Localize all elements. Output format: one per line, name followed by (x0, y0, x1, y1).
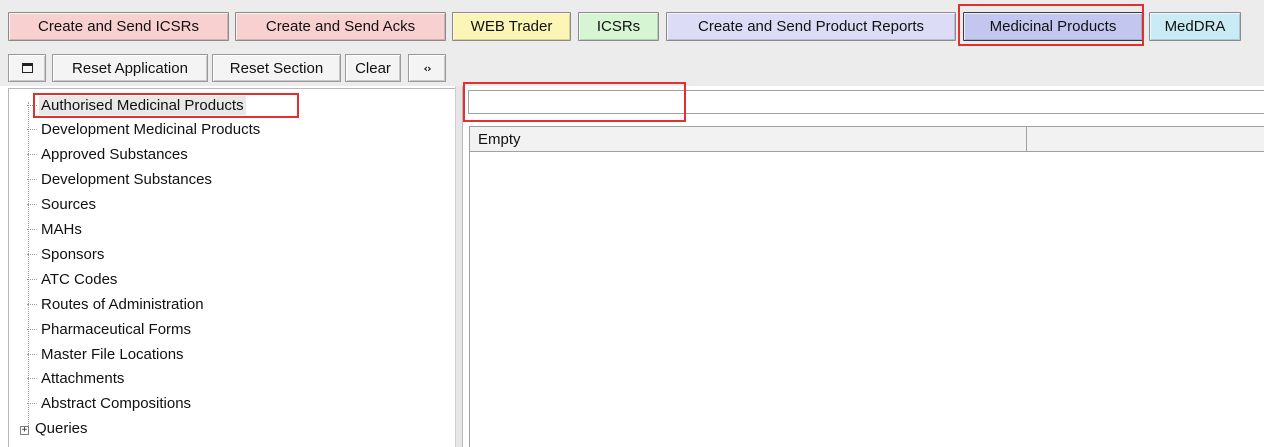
reset-section-button[interactable]: Reset Section (212, 54, 341, 82)
search-input[interactable] (468, 90, 1264, 114)
tree-connector (27, 303, 37, 305)
tab-create-send-acks[interactable]: Create and Send Acks (235, 12, 446, 41)
tab-create-send-product-reports[interactable]: Create and Send Product Reports (666, 12, 956, 41)
tree-item[interactable]: Sources (27, 194, 98, 216)
toggle-button[interactable]: ‹› (408, 54, 446, 82)
column-header-2[interactable] (1027, 127, 1264, 151)
tab-create-send-icsrs[interactable]: Create and Send ICSRs (8, 12, 229, 41)
reset-application-button[interactable]: Reset Application (52, 54, 208, 82)
tree-connector (27, 378, 37, 380)
clear-button[interactable]: Clear (345, 54, 401, 82)
tree-item-label: Pharmaceutical Forms (41, 320, 192, 338)
tree-connector (27, 403, 37, 405)
tree-connector (27, 229, 37, 230)
expand-queries-icon[interactable]: + (20, 426, 29, 435)
tree-item[interactable]: Master File Locations (27, 343, 186, 365)
toolbar: Reset Application Reset Section Clear ‹› (0, 48, 1264, 86)
tree-item[interactable]: Development Medicinal Products (27, 119, 262, 141)
tree-item-label: Queries (35, 420, 88, 438)
tree-item[interactable]: Development Substances (27, 169, 214, 191)
tree-connector (27, 129, 37, 131)
tree-item-label: Development Medicinal Products (41, 121, 261, 139)
tree-item[interactable]: Abstract Compositions (27, 393, 193, 415)
tree-connector (27, 179, 37, 181)
arrows-icon: ‹› (423, 61, 431, 75)
tree-item[interactable]: Authorised Medicinal Products (27, 94, 246, 116)
tree-item[interactable]: Attachments (27, 368, 126, 390)
tree-item-label: Authorised Medicinal Products (39, 95, 246, 115)
tree-item[interactable]: MAHs (27, 219, 84, 241)
tab-icsrs[interactable]: ICSRs (578, 12, 659, 41)
tree-connector (27, 204, 37, 206)
tree-item-label: Development Substances (41, 171, 212, 189)
tree-item-label: Abstract Compositions (41, 395, 192, 413)
tree-item-label: ATC Codes (41, 270, 118, 288)
panel-splitter[interactable] (455, 86, 462, 447)
tree-item-label: Sources (41, 196, 97, 214)
tree-item[interactable]: Approved Substances (27, 144, 190, 166)
tree-item-label: Sponsors (41, 245, 105, 263)
collapse-button[interactable] (8, 54, 46, 82)
tree-item-label: Approved Substances (41, 146, 188, 164)
tree-item-label: Attachments (41, 370, 125, 388)
tree-item-label: Routes of Administration (41, 295, 204, 313)
tree-item[interactable]: Pharmaceutical Forms (27, 318, 193, 340)
tree-item[interactable]: Sponsors (27, 243, 106, 265)
tab-bar: Create and Send ICSRs Create and Send Ac… (0, 0, 1264, 48)
square-icon (21, 63, 33, 73)
tree-connector (27, 154, 37, 156)
tab-meddra[interactable]: MedDRA (1149, 12, 1241, 41)
column-header-empty[interactable]: Empty (470, 127, 1027, 151)
tab-medicinal-products[interactable]: Medicinal Products (963, 12, 1143, 41)
tree-item-label: Master File Locations (41, 345, 184, 363)
grid-body (469, 152, 1264, 447)
tree-item-label: MAHs (41, 221, 82, 238)
tab-web-trader[interactable]: WEB Trader (452, 12, 571, 41)
tree-connector (27, 278, 37, 280)
tree-item[interactable]: Routes of Administration (27, 293, 206, 315)
tree-item[interactable]: ATC Codes (27, 268, 119, 290)
tree-connector (27, 253, 37, 255)
grid-header: Empty (469, 126, 1264, 152)
tree-item[interactable]: Queries (33, 418, 90, 440)
tree-connector (27, 104, 37, 106)
tree-connector (27, 328, 37, 330)
tree-connector (27, 353, 37, 355)
